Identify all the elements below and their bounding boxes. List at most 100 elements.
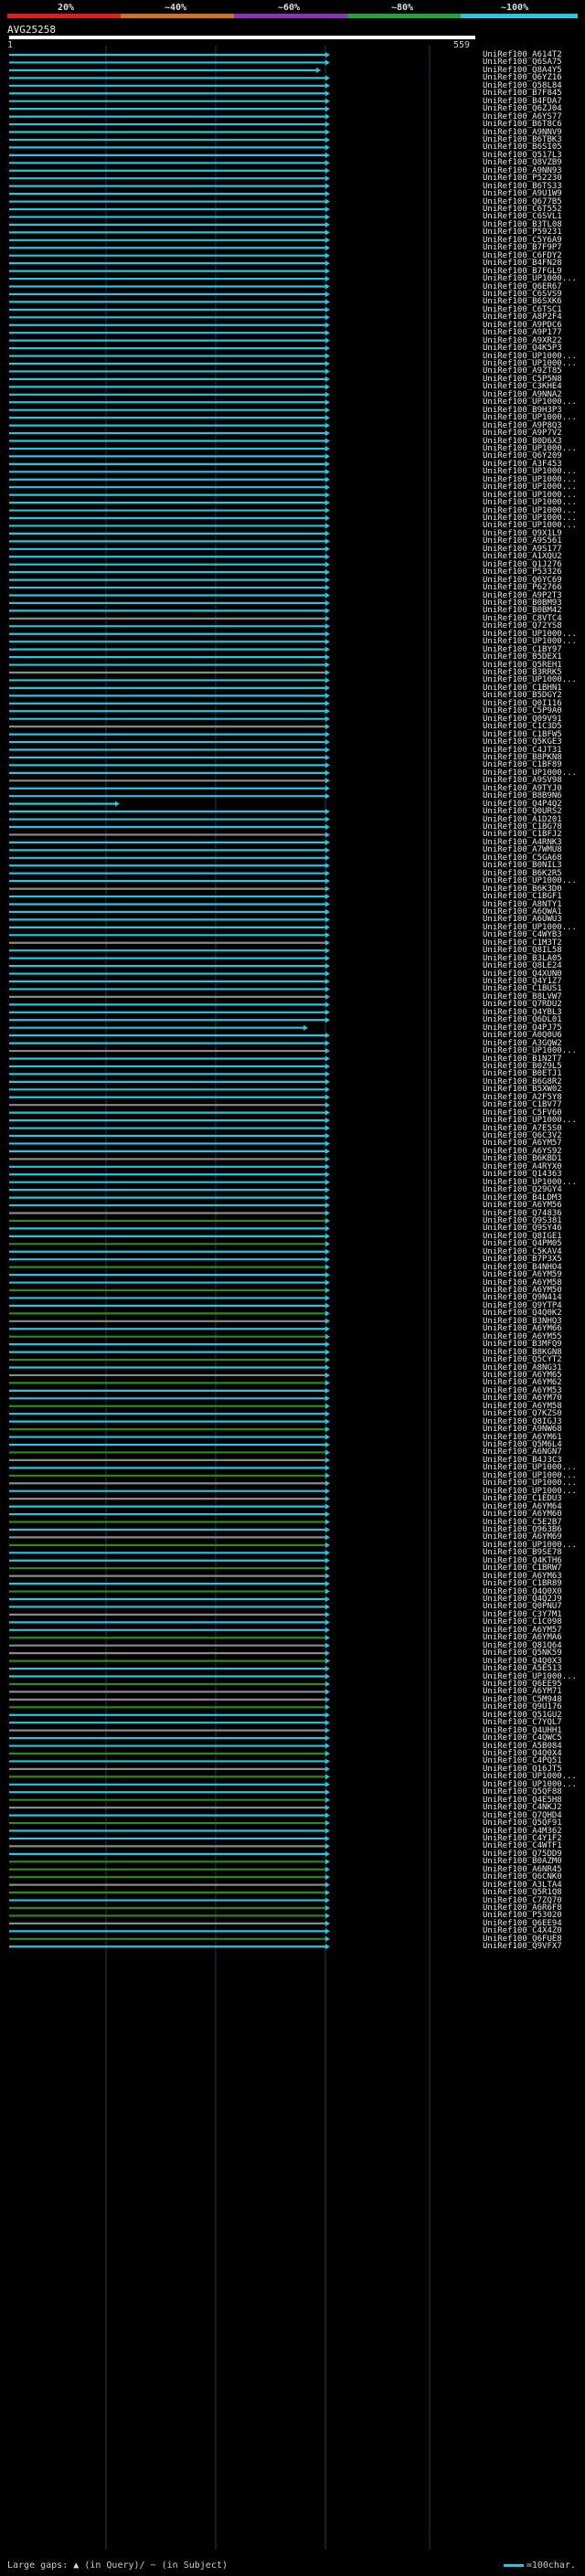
hit-end-arrow xyxy=(325,1372,330,1378)
hit-end-arrow xyxy=(325,52,330,58)
hit-end-arrow xyxy=(325,932,330,938)
hit-end-arrow xyxy=(325,1650,330,1657)
hit-end-arrow xyxy=(325,1264,330,1270)
hit-end-arrow xyxy=(325,654,330,661)
hit-end-arrow xyxy=(325,670,330,675)
hit-end-arrow xyxy=(325,1426,330,1433)
hit-end-arrow xyxy=(325,391,330,398)
hit-end-arrow xyxy=(325,1704,330,1711)
hit-end-arrow xyxy=(325,716,330,722)
hit-end-arrow xyxy=(325,175,330,182)
hit-label[interactable]: UniRef100_Q9VFX7 xyxy=(483,1943,562,1951)
legend-text: =100char. xyxy=(526,2560,576,2571)
hit-end-arrow xyxy=(325,152,330,158)
hit-end-arrow xyxy=(325,569,330,576)
hit-end-arrow xyxy=(325,1333,330,1340)
hit-end-arrow xyxy=(325,1619,330,1626)
hit-end-arrow xyxy=(325,1820,330,1827)
hit-end-arrow xyxy=(325,948,330,954)
hit-end-arrow xyxy=(325,98,330,104)
hit-end-arrow xyxy=(325,1588,330,1595)
hit-end-arrow xyxy=(325,330,330,336)
hit-end-arrow xyxy=(325,1828,330,1834)
hit-end-arrow xyxy=(325,677,330,684)
hit-end-arrow xyxy=(325,1874,330,1881)
hit-end-arrow xyxy=(325,1534,330,1541)
hit-end-arrow xyxy=(325,1380,330,1386)
hit-end-arrow xyxy=(325,214,330,220)
hit-end-arrow xyxy=(325,136,330,143)
hit-end-arrow xyxy=(325,167,330,174)
hit-end-arrow xyxy=(325,122,330,128)
hit-end-arrow xyxy=(325,1102,330,1108)
hit-end-arrow xyxy=(325,1288,330,1293)
scale-label-100: ~100% xyxy=(501,3,529,13)
hit-end-arrow xyxy=(325,1078,330,1085)
hit-end-arrow xyxy=(325,631,330,637)
hit-end-arrow xyxy=(325,847,330,853)
hit-end-arrow xyxy=(325,106,330,112)
hit-end-arrow xyxy=(325,1055,330,1062)
hit-end-arrow xyxy=(325,345,330,352)
hit-end-arrow xyxy=(325,1743,330,1749)
hit-end-arrow xyxy=(325,484,330,491)
hit-end-arrow xyxy=(325,1596,330,1602)
hit-end-arrow xyxy=(325,577,330,583)
hit-end-arrow xyxy=(325,1696,330,1702)
hit-end-arrow xyxy=(325,1635,330,1641)
hit-end-arrow xyxy=(325,599,330,606)
hit-end-arrow xyxy=(325,1302,330,1309)
hit-end-arrow xyxy=(325,453,330,460)
hit-end-arrow xyxy=(325,1812,330,1818)
hit-end-arrow xyxy=(325,708,330,715)
hit-end-arrow xyxy=(325,1573,330,1579)
hit-end-arrow xyxy=(325,724,330,730)
hit-end-arrow xyxy=(325,1850,330,1857)
hit-end-arrow xyxy=(325,129,330,135)
hit-end-arrow xyxy=(325,824,330,830)
hit-end-arrow xyxy=(325,229,330,236)
hit-end-arrow xyxy=(325,1364,330,1371)
hit-end-arrow xyxy=(325,144,330,151)
hit-end-arrow xyxy=(325,1751,330,1756)
hit-end-arrow xyxy=(325,1581,330,1587)
hit-end-arrow xyxy=(325,739,330,746)
hit-end-arrow xyxy=(115,800,120,807)
hit-end-arrow xyxy=(325,1758,330,1765)
hit-end-arrow xyxy=(325,700,330,706)
hit-end-arrow xyxy=(303,1024,308,1031)
hit-end-arrow xyxy=(325,1087,330,1093)
hit-end-arrow xyxy=(325,361,330,366)
hit-end-arrow xyxy=(325,1179,330,1185)
hit-end-arrow xyxy=(325,1272,330,1278)
hit-end-arrow xyxy=(325,1611,330,1617)
hit-end-arrow xyxy=(325,1017,330,1023)
hit-end-arrow xyxy=(325,1557,330,1564)
hit-end-arrow xyxy=(325,1217,330,1224)
hit-end-arrow xyxy=(325,785,330,791)
hit-end-arrow xyxy=(325,1890,330,1896)
hit-end-arrow xyxy=(325,260,330,267)
hit-end-arrow xyxy=(325,1395,330,1402)
hit-end-arrow xyxy=(325,1935,330,1942)
hit-end-arrow xyxy=(325,1233,330,1239)
hit-end-arrow xyxy=(325,1488,330,1494)
hit-end-arrow xyxy=(325,1627,330,1633)
hit-end-arrow xyxy=(325,754,330,760)
hit-end-arrow xyxy=(325,415,330,421)
hit-end-arrow xyxy=(325,1680,330,1687)
hit-end-arrow xyxy=(325,832,330,838)
hit-end-arrow xyxy=(325,221,330,228)
hit-end-arrow xyxy=(325,160,330,166)
hit-end-arrow xyxy=(325,1418,330,1425)
scale-legend: =100char. xyxy=(503,2560,576,2571)
hit-end-arrow xyxy=(325,863,330,869)
hit-end-arrow xyxy=(325,1866,330,1872)
hit-end-arrow xyxy=(325,1503,330,1510)
hit-end-arrow xyxy=(325,1944,330,1950)
hit-end-arrow xyxy=(325,1496,330,1502)
hit-end-arrow xyxy=(325,1194,330,1201)
hit-end-arrow xyxy=(325,492,330,498)
hit-end-arrow xyxy=(325,407,330,413)
hit-end-arrow xyxy=(325,908,330,915)
